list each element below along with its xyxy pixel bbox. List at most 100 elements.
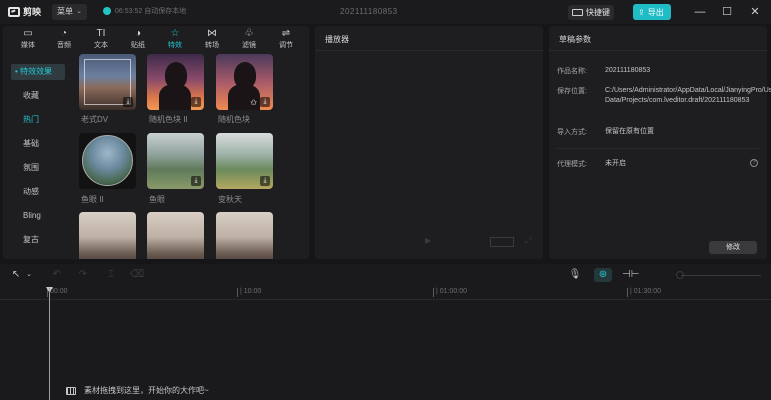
menu-button[interactable]: 菜单 ⌄ [52,4,87,20]
param-label: 导入方式: [557,129,587,136]
param-label: 保存位置: [557,88,587,95]
maximize-icon[interactable]: ☐ [717,3,737,21]
preview-axis-icon[interactable]: ⊣⊢ [622,268,639,282]
effect-card[interactable]: ✩ ⤓ [216,54,273,110]
effect-label: 老式DV [81,115,109,124]
microphone-icon[interactable]: 🎙 [568,268,582,282]
resource-tabs: ▭ 媒体 ◔ 音频 TI 文本 ◑ 贴纸 ☆ 特效 ⋈ 转场 ♧ 滤镜 ⇌ 调节 [3,26,309,52]
category-favorites[interactable]: 收藏 [9,84,67,108]
sticker-icon: ◑ [134,28,142,39]
time-tick: | 01:30:00 [626,288,662,297]
param-value: 保留在原有位置 [605,128,654,135]
tab-sticker[interactable]: ◑ 贴纸 [121,28,155,50]
timeline-panel: ↖ ⌄ ↶ ↷ ⌶ ⌫ 🎙 ⊛ ⊣⊢ 00:00 | 10:00 | 01:00… [0,264,771,400]
download-icon[interactable]: ⤓ [191,176,201,186]
player-panel: 播放器 ▶ ⤢ [315,26,543,259]
filter-icon: ♧ [244,28,254,39]
category-bling[interactable]: Bling [9,204,67,228]
effect-card[interactable] [147,212,204,259]
param-label: 作品名称: [557,68,587,75]
title-bar: 剪映 菜单 ⌄ 06:53:52 自动保存本地 202111180853 快捷键… [0,0,771,24]
effect-card[interactable] [79,133,136,189]
split-icon[interactable]: ⌶ [104,268,118,282]
category-hot[interactable]: 热门 [9,108,67,132]
media-icon: ▭ [23,28,33,39]
effect-category-header[interactable]: • 特效效果 [11,64,65,80]
param-value: C:/Users/Administrator/AppData/Local/Jia… [605,87,771,104]
adjust-icon: ⇌ [281,28,291,39]
chevron-down-icon: ⌄ [76,8,82,15]
param-row-proxy: 代理模式: 未开启 [557,159,626,169]
shortcut-label: 快捷键 [586,8,610,17]
tab-transition[interactable]: ⋈ 转场 [195,28,229,50]
effects-grid: ⤓ 老式DV ⤓ 随机色块 II ✩ ⤓ 随机色块 鱼眼 II ⤓ 鱼眼 ⤓ 变秋… [75,54,309,259]
category-basic[interactable]: 基础 [9,132,67,156]
chevron-down-icon[interactable]: ⌄ [22,268,36,282]
category-dynamic[interactable]: 动感 [9,180,67,204]
close-icon[interactable]: ✕ [745,3,765,21]
draft-params-panel: 草稿参数 作品名称: 202111180853 保存位置: C:/Users/A… [549,26,771,259]
export-label: 导出 [647,7,664,17]
fullscreen-icon[interactable]: ⤢ [525,236,531,246]
jianying-logo-icon [8,6,20,17]
download-icon[interactable]: ⤓ [123,97,133,107]
tab-effects[interactable]: ☆ 特效 [158,28,192,50]
effect-label: 变秋天 [218,195,242,204]
zoom-slider[interactable] [681,275,761,276]
effect-category-list: • 特效效果 收藏 热门 基础 氛围 动感 Bling 复古 [9,64,67,252]
redo-icon[interactable]: ↷ [76,268,90,282]
timeline-toolbar: ↖ ⌄ ↶ ↷ ⌶ ⌫ 🎙 ⊛ ⊣⊢ [0,264,771,286]
time-ruler: 00:00 | 10:00 | 01:00:00 | 01:30:00 [0,286,771,300]
delete-icon[interactable]: ⌫ [130,268,144,282]
param-row-import: 导入方式: 保留在原有位置 [557,127,654,137]
app-logo: 剪映 [8,5,41,18]
audio-icon: ◔ [60,28,68,39]
drop-hint-text: 素材拖拽到这里，开始你的大作吧~ [84,386,209,395]
effect-card[interactable]: ⤓ [147,54,204,110]
effect-card[interactable] [216,212,273,259]
param-row-location: 保存位置: C:/Users/Administrator/AppData/Loc… [557,86,771,104]
category-atmosphere[interactable]: 氛围 [9,156,67,180]
select-cursor-icon[interactable]: ↖ [9,268,23,282]
export-button[interactable]: ⇪ 导出 [633,4,671,20]
tab-filter[interactable]: ♧ 滤镜 [232,28,266,50]
keyboard-icon [572,9,583,16]
download-icon[interactable]: ⤓ [191,97,201,107]
drop-zone-hint[interactable]: 素材拖拽到这里，开始你的大作吧~ [66,385,209,396]
export-icon: ⇪ [638,7,645,17]
text-icon: TI [96,28,106,39]
autosave-status: 06:53:52 自动保存本地 [103,6,186,16]
effect-label: 随机色块 II [149,115,188,124]
minimize-icon[interactable]: — [690,3,710,21]
category-retro[interactable]: 复古 [9,228,67,252]
tab-text[interactable]: TI 文本 [84,28,118,50]
tab-media[interactable]: ▭ 媒体 [11,28,45,50]
main-track-magnet-icon[interactable]: ⊛ [594,268,612,282]
download-icon[interactable]: ⤓ [260,97,270,107]
draft-params-title: 草稿参数 [559,35,591,44]
effect-card[interactable]: ⤓ [79,54,136,110]
favorite-icon[interactable]: ✩ [250,98,257,107]
draft-title: 202111180853 [340,7,398,16]
download-icon[interactable]: ⤓ [260,176,270,186]
edit-button[interactable]: 修改 [709,241,757,254]
help-icon[interactable]: ? [750,159,758,167]
effect-card[interactable]: ⤓ [147,133,204,189]
cloud-save-icon [103,7,111,15]
menu-label: 菜单 [57,7,73,16]
param-value: 202111180853 [605,67,651,74]
tab-adjust[interactable]: ⇌ 调节 [269,28,303,50]
time-tick: | 10:00 [236,288,262,297]
effect-card[interactable]: ⤓ [216,133,273,189]
player-title: 播放器 [325,35,349,44]
film-icon [66,386,76,395]
effect-card[interactable] [79,212,136,259]
aspect-ratio-button[interactable] [490,237,514,247]
tab-audio[interactable]: ◔ 音频 [47,28,81,50]
playhead[interactable] [49,288,50,400]
undo-icon[interactable]: ↶ [50,268,64,282]
transition-icon: ⋈ [207,28,217,39]
shortcut-button[interactable]: 快捷键 [568,5,614,20]
play-icon[interactable]: ▶ [425,236,431,245]
effect-label: 随机色块 [218,115,250,124]
